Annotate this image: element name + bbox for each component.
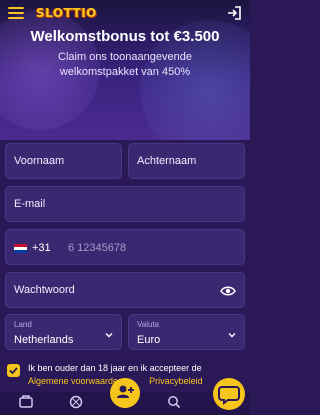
currency-value: Euro xyxy=(137,334,161,346)
first-name-placeholder: Voornaam xyxy=(14,155,65,167)
chevron-down-icon xyxy=(105,333,113,338)
last-name-field[interactable]: Achternaam xyxy=(128,143,245,179)
hero-title: Welkomstbonus tot €3.500 xyxy=(30,28,220,45)
search-icon[interactable] xyxy=(166,395,182,409)
password-placeholder: Wachtwoord xyxy=(14,284,75,296)
show-password-eye-icon[interactable] xyxy=(220,284,236,298)
add-user-icon xyxy=(117,385,134,398)
register-button[interactable] xyxy=(110,378,140,408)
last-name-placeholder: Achternaam xyxy=(137,155,197,167)
currency-label: Valuta xyxy=(137,320,160,329)
email-placeholder: E-mail xyxy=(14,198,46,210)
chat-bubble-icon xyxy=(218,386,240,405)
sports-icon[interactable] xyxy=(68,395,84,409)
login-arrow-icon[interactable] xyxy=(226,5,242,21)
country-label: Land xyxy=(14,320,32,329)
country-select[interactable]: Land Netherlands xyxy=(5,314,122,350)
chevron-down-icon xyxy=(228,333,236,338)
consent-checkbox[interactable] xyxy=(7,364,20,377)
password-field[interactable]: Wachtwoord xyxy=(5,272,245,308)
netherlands-flag-icon[interactable] xyxy=(14,244,27,253)
currency-select[interactable]: Valuta Euro xyxy=(128,314,245,350)
phone-field[interactable]: +31 6 12345678 xyxy=(5,229,245,265)
terms-link[interactable]: Algemene voorwaarde xyxy=(28,376,118,386)
live-chat-button[interactable] xyxy=(213,378,245,410)
phone-country-prefix[interactable]: +31 xyxy=(32,242,51,254)
checkmark-icon xyxy=(9,367,18,375)
consent-label: Ik ben ouder dan 18 jaar en ik accepteer… xyxy=(28,363,202,373)
hamburger-icon[interactable] xyxy=(8,7,24,19)
brand-logo[interactable]: SLOTTIO xyxy=(36,4,96,22)
hero-subtitle: Claim ons toonaangevende welkomstpakket … xyxy=(58,51,192,78)
casino-icon[interactable] xyxy=(18,395,34,409)
hero-banner: SLOTTIO Welkomstbonus tot €3.500 Claim o… xyxy=(0,0,250,140)
top-bar: SLOTTIO xyxy=(0,0,250,26)
phone-placeholder: 6 12345678 xyxy=(68,242,127,254)
email-field[interactable]: E-mail xyxy=(5,186,245,222)
privacy-link[interactable]: Privacybeleid xyxy=(149,376,203,386)
first-name-field[interactable]: Voornaam xyxy=(5,143,122,179)
country-value: Netherlands xyxy=(14,334,74,346)
